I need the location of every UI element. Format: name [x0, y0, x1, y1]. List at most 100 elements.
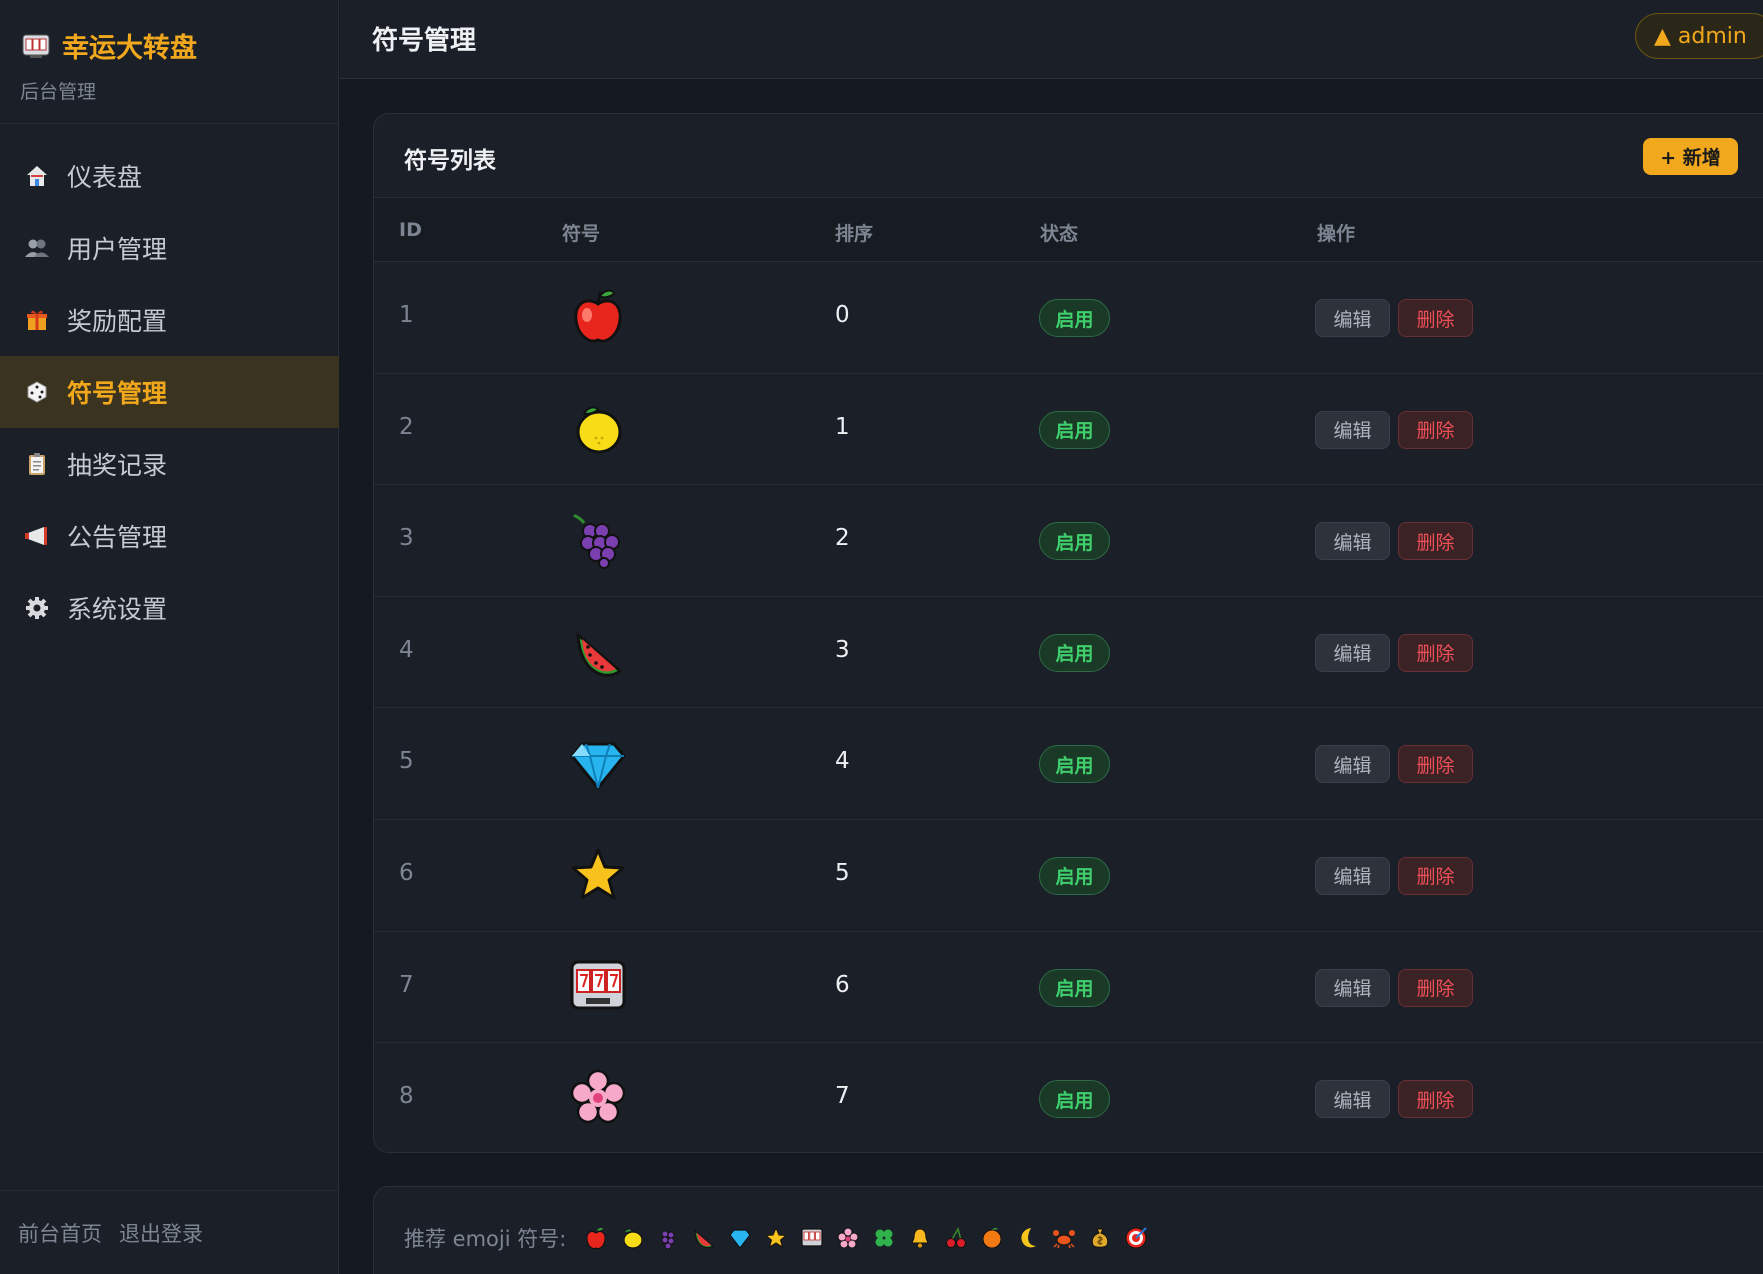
- cell-sort: 1: [835, 413, 850, 440]
- cell-id: 4: [399, 636, 414, 663]
- table-row: 8 7 启用 编辑 删除: [374, 1043, 1763, 1155]
- money-bag-icon[interactable]: [1082, 1220, 1118, 1256]
- status-badge: 启用: [1039, 633, 1110, 672]
- sidebar-item-announcements[interactable]: 公告管理: [0, 500, 339, 572]
- watermelon-icon[interactable]: [686, 1220, 722, 1256]
- sidebar-item-rewards[interactable]: 奖励配置: [0, 284, 339, 356]
- sidebar-item-dashboard[interactable]: 仪表盘: [0, 140, 339, 212]
- logout-link[interactable]: 退出登录: [119, 1218, 203, 1248]
- apple-icon[interactable]: [578, 1220, 614, 1256]
- status-badge: 启用: [1039, 299, 1110, 337]
- user-badge[interactable]: ▲ admin: [1635, 13, 1763, 59]
- clipboard-icon: [24, 451, 50, 477]
- table-row: 2 1 启用 编辑 删除: [374, 374, 1763, 486]
- column-header-sort: 排序: [835, 223, 874, 245]
- delete-button[interactable]: 删除: [1398, 856, 1473, 895]
- delete-button[interactable]: 删除: [1398, 522, 1473, 561]
- cell-id: 5: [399, 748, 414, 775]
- cherry-blossom-icon[interactable]: [830, 1220, 866, 1256]
- home-link[interactable]: 前台首页: [18, 1218, 102, 1248]
- sidebar-item-label: 符号管理: [67, 379, 168, 408]
- slot-machine-icon: [22, 33, 50, 59]
- page-title: 符号管理: [372, 26, 477, 56]
- crab-icon[interactable]: [1046, 1220, 1082, 1256]
- column-header-actions: 操作: [1317, 223, 1356, 245]
- delete-button[interactable]: 删除: [1398, 968, 1473, 1007]
- status-badge: 启用: [1039, 745, 1110, 784]
- brand: 幸运大转盘 后台管理: [20, 26, 197, 104]
- edit-button[interactable]: 编辑: [1315, 968, 1390, 1007]
- slot-machine-icon[interactable]: [794, 1220, 830, 1256]
- star-icon[interactable]: [758, 1220, 794, 1256]
- delete-button[interactable]: 删除: [1398, 410, 1473, 449]
- edit-button[interactable]: 编辑: [1315, 856, 1390, 895]
- edit-button[interactable]: 编辑: [1315, 745, 1390, 784]
- divider: [0, 123, 339, 124]
- cherries-icon[interactable]: [938, 1220, 974, 1256]
- grapes-icon[interactable]: [650, 1220, 686, 1256]
- edit-button[interactable]: 编辑: [1315, 522, 1390, 561]
- table-body: 1 0 启用 编辑 删除 2 1 启用 编辑 删除 3 2 启用 编辑 删除 4…: [374, 262, 1763, 1155]
- sidebar-item-label: 奖励配置: [67, 307, 168, 336]
- cell-sort: 5: [835, 859, 850, 886]
- status-badge: 启用: [1039, 968, 1110, 1007]
- recommend-emoji-list: [578, 1220, 1154, 1256]
- target-icon[interactable]: [1118, 1220, 1154, 1256]
- sidebar-item-label: 用户管理: [67, 235, 168, 264]
- gem-icon[interactable]: [722, 1220, 758, 1256]
- table-row: 1 0 启用 编辑 删除: [374, 262, 1763, 374]
- delete-button[interactable]: 删除: [1398, 633, 1473, 672]
- table-row: 6 5 启用 编辑 删除: [374, 820, 1763, 932]
- top-header: 符号管理 ▲ admin: [340, 0, 1763, 79]
- edit-button[interactable]: 编辑: [1315, 1080, 1390, 1119]
- moon-icon[interactable]: [1010, 1220, 1046, 1256]
- cell-id: 8: [399, 1083, 414, 1110]
- cell-sort: 3: [835, 636, 850, 663]
- recommend-card: 推荐 emoji 符号:: [373, 1186, 1763, 1274]
- table-row: 7 6 启用 编辑 删除: [374, 932, 1763, 1044]
- brand-title: 幸运大转盘: [62, 33, 197, 64]
- table-row: 4 3 启用 编辑 删除: [374, 597, 1763, 709]
- watermelon-icon: [568, 621, 628, 681]
- brand-subtitle: 后台管理: [20, 81, 97, 103]
- sidebar-footer: 前台首页 退出登录: [0, 1190, 339, 1274]
- bell-icon[interactable]: [902, 1220, 938, 1256]
- gear-icon: [24, 595, 50, 621]
- cell-sort: 4: [835, 748, 850, 775]
- status-badge: 启用: [1039, 856, 1110, 895]
- lemon-icon[interactable]: [614, 1220, 650, 1256]
- cell-sort: 0: [835, 302, 850, 328]
- slot-machine-icon: [568, 956, 628, 1016]
- edit-button[interactable]: 编辑: [1315, 410, 1390, 449]
- sidebar-item-symbols[interactable]: 符号管理: [0, 356, 339, 428]
- cell-id: 2: [399, 413, 414, 440]
- table-row: 3 2 启用 编辑 删除: [374, 485, 1763, 597]
- symbol-list-card: 符号列表 + 新增 ID 符号 排序 状态 操作 1 0 启用 编辑 删除 2 …: [373, 113, 1763, 1153]
- house-icon: [24, 163, 50, 189]
- sidebar-item-label: 公告管理: [67, 523, 168, 552]
- app-root: 幸运大转盘 后台管理 仪表盘 用户管理 奖励配置 符号管理 抽奖记录 公告管理 …: [0, 0, 1763, 1274]
- cherry-blossom-icon: [568, 1067, 628, 1127]
- edit-button[interactable]: 编辑: [1315, 633, 1390, 672]
- delete-button[interactable]: 删除: [1398, 1080, 1473, 1119]
- edit-button[interactable]: 编辑: [1315, 299, 1390, 337]
- cell-id: 1: [399, 302, 414, 328]
- card-title: 符号列表: [404, 148, 496, 174]
- cell-sort: 7: [835, 1083, 850, 1110]
- delete-button[interactable]: 删除: [1398, 299, 1473, 337]
- cell-sort: 6: [835, 971, 850, 998]
- sidebar-item-settings[interactable]: 系统设置: [0, 572, 339, 644]
- sidebar-item-label: 系统设置: [67, 595, 168, 624]
- table-row: 5 4 启用 编辑 删除: [374, 708, 1763, 820]
- add-button[interactable]: + 新增: [1643, 138, 1738, 175]
- status-badge: 启用: [1039, 410, 1110, 449]
- sidebar-item-users[interactable]: 用户管理: [0, 212, 339, 284]
- sidebar-item-records[interactable]: 抽奖记录: [0, 428, 339, 500]
- cell-id: 7: [399, 971, 414, 998]
- clover-icon[interactable]: [866, 1220, 902, 1256]
- megaphone-icon: [24, 523, 50, 549]
- sidebar: 幸运大转盘 后台管理 仪表盘 用户管理 奖励配置 符号管理 抽奖记录 公告管理 …: [0, 0, 339, 1274]
- gem-icon: [568, 732, 628, 792]
- tangerine-icon[interactable]: [974, 1220, 1010, 1256]
- delete-button[interactable]: 删除: [1398, 745, 1473, 784]
